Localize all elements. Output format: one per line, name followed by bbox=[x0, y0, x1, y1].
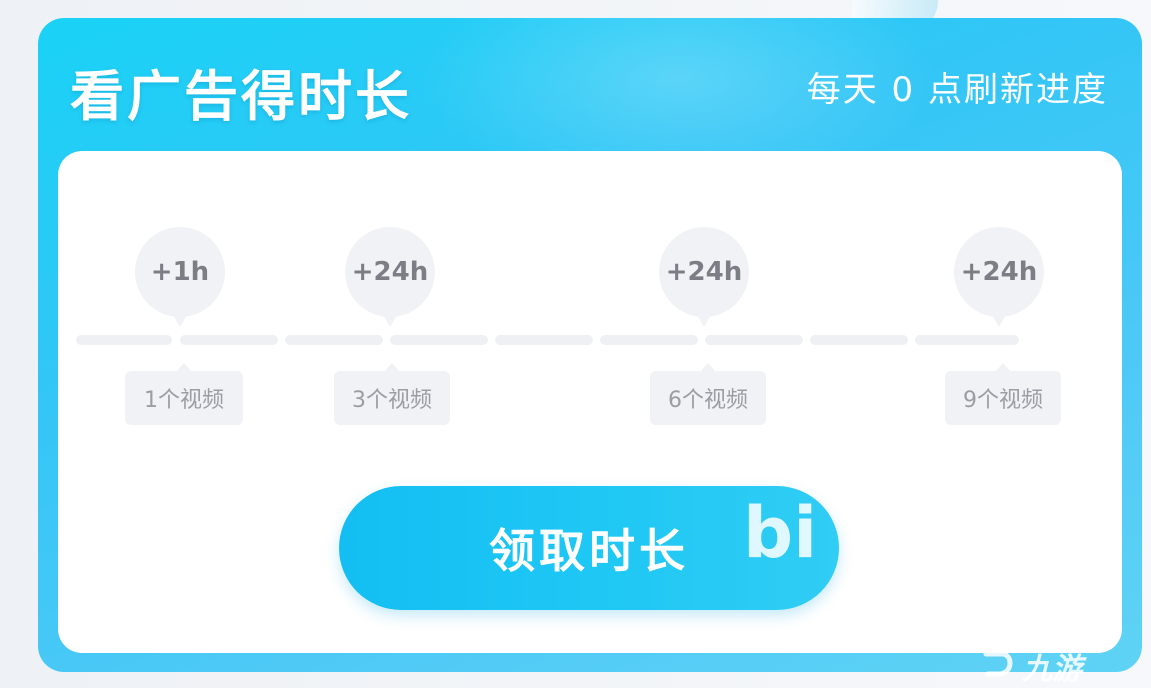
reward-bubble-9: +24h bbox=[954, 227, 1044, 327]
progress-segment bbox=[810, 335, 908, 345]
reward-bubble-1: +1h bbox=[135, 227, 225, 327]
claim-time-button[interactable]: 领取时长 bi bbox=[339, 486, 839, 610]
progress-segment bbox=[285, 335, 383, 345]
ad-reward-card: 看广告得时长 每天 0 点刷新进度 +1h +24h +24h +24h 1个视… bbox=[38, 18, 1142, 672]
card-title: 看广告得时长 bbox=[70, 65, 412, 128]
watermark-text: 九游 bbox=[1022, 652, 1082, 687]
milestone-9: 9个视频 bbox=[945, 363, 1061, 425]
milestone-label: 1个视频 bbox=[144, 388, 224, 413]
progress-segment bbox=[390, 335, 488, 345]
reward-bubble-6: +24h bbox=[659, 227, 749, 327]
reward-label: +24h bbox=[351, 257, 429, 287]
milestone-label: 9个视频 bbox=[963, 388, 1043, 413]
progress-panel: +1h +24h +24h +24h 1个视频 3个视频 6个视频 9个视频 领… bbox=[58, 151, 1122, 653]
button-decoration: bi bbox=[743, 492, 818, 574]
reward-label: +24h bbox=[665, 257, 743, 287]
progress-segment bbox=[915, 335, 1019, 345]
milestone-3: 3个视频 bbox=[334, 363, 450, 425]
milestone-label: 6个视频 bbox=[668, 388, 748, 413]
progress-segment bbox=[180, 335, 278, 345]
reward-label: +1h bbox=[150, 257, 210, 287]
reward-label: +24h bbox=[960, 257, 1038, 287]
site-watermark: 九游 bbox=[972, 620, 1151, 688]
jiuyou-logo-icon bbox=[983, 635, 1013, 677]
milestone-label: 3个视频 bbox=[352, 388, 432, 413]
milestone-6: 6个视频 bbox=[650, 363, 766, 425]
progress-track bbox=[76, 335, 1076, 345]
refresh-note: 每天 0 点刷新进度 bbox=[806, 70, 1108, 110]
progress-segment bbox=[76, 335, 172, 345]
milestone-1: 1个视频 bbox=[125, 363, 243, 425]
reward-bubble-3: +24h bbox=[345, 227, 435, 327]
screen: 看广告得时长 每天 0 点刷新进度 +1h +24h +24h +24h 1个视… bbox=[0, 0, 1151, 688]
progress-segment bbox=[600, 335, 698, 345]
progress-segment bbox=[705, 335, 803, 345]
progress-segment bbox=[495, 335, 593, 345]
